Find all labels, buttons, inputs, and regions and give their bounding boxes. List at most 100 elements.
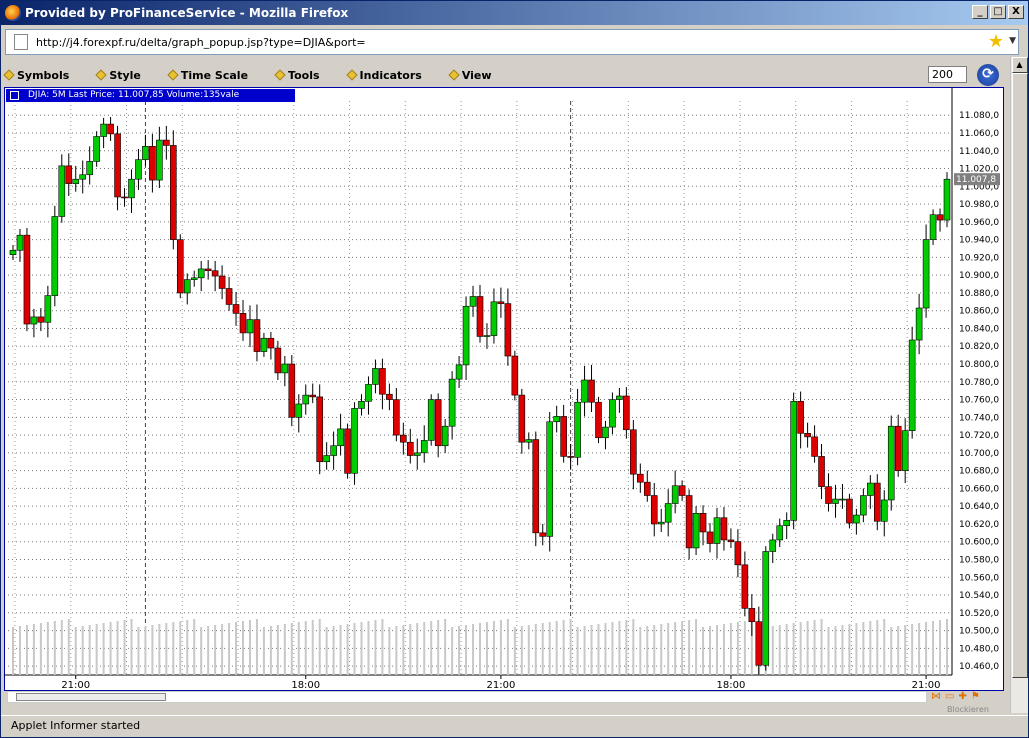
volume-bar [388, 627, 391, 675]
star-icon[interactable]: ★ [988, 31, 1004, 52]
firefox-icon [5, 5, 21, 21]
menu-bullet-icon [448, 69, 460, 81]
menu-symbols[interactable]: Symbols [3, 65, 69, 85]
candle-body [372, 368, 379, 385]
maximize-button[interactable]: □ [990, 5, 1006, 19]
address-bar[interactable]: http://j4.forexpf.ru/delta/graph_popup.j… [5, 29, 1019, 55]
candle-body [832, 498, 839, 504]
candle-body [894, 425, 902, 471]
volume-bar [799, 622, 802, 675]
status-bar: Applet Informer started [1, 715, 1028, 737]
candle-body [114, 133, 121, 198]
candle-body [434, 399, 442, 447]
x-tick-label: 18:00 [717, 680, 746, 691]
candle-body [490, 301, 498, 336]
candle-body [518, 394, 526, 443]
candle-body [929, 214, 937, 240]
candle-body [678, 485, 686, 496]
volume-bar [897, 626, 900, 675]
volume-bar [820, 619, 823, 675]
horizontal-scrollbar[interactable] [7, 691, 927, 703]
volume-bar [297, 622, 300, 675]
y-tick-label: 10.720,0 [959, 431, 999, 441]
volume-bar [137, 627, 140, 675]
menu-time-scale[interactable]: Time Scale [167, 65, 248, 85]
candle-body [253, 319, 261, 352]
candle-body [748, 608, 756, 622]
y-tick-label: 10.980,0 [959, 200, 999, 210]
volume-bar [590, 625, 593, 675]
x-tick-label: 21:00 [486, 680, 515, 691]
volume-bar [228, 623, 231, 675]
candle-body [685, 495, 693, 549]
candle-body [734, 541, 742, 566]
price-chart[interactable]: 11.080,011.060,011.040,011.020,011.000,0… [4, 87, 1004, 691]
candle-body [455, 364, 463, 380]
close-button[interactable]: X [1008, 5, 1024, 19]
candle-body [190, 277, 198, 280]
candle-body [469, 296, 477, 307]
volume-bar [367, 621, 370, 675]
scroll-thumb[interactable] [1011, 73, 1028, 678]
candle-body [330, 445, 337, 456]
volume-bar [214, 625, 217, 675]
candle-body [393, 399, 400, 436]
y-tick-label: 10.500,0 [959, 627, 999, 637]
page-icon [14, 34, 28, 50]
candle-body [316, 396, 323, 463]
candle-body [755, 621, 763, 666]
volume-bar [60, 620, 63, 675]
candle-body [720, 517, 728, 541]
volume-bar [792, 623, 795, 675]
x-tick-label: 21:00 [912, 680, 941, 691]
fit-icon[interactable]: ⋈ [931, 691, 941, 702]
candle-body [149, 146, 156, 181]
volume-bar [283, 624, 286, 675]
candle-body [650, 495, 658, 525]
candle-body [281, 363, 289, 374]
volume-bar [904, 625, 907, 675]
menu-style[interactable]: Style [95, 65, 141, 85]
menu-indicators[interactable]: Indicators [345, 65, 422, 85]
volume-bar [709, 626, 712, 675]
pin-icon[interactable]: ⚑ [971, 691, 980, 702]
scroll-up-icon[interactable]: ▲ [1011, 57, 1028, 73]
volume-bar [116, 621, 119, 675]
candle-body [797, 401, 804, 434]
volume-bar [722, 624, 725, 675]
refresh-icon[interactable]: ⟳ [977, 64, 999, 86]
volume-bar [158, 624, 161, 675]
url-text[interactable]: http://j4.forexpf.ru/delta/graph_popup.j… [36, 36, 366, 49]
candle-body [288, 363, 296, 418]
volume-bar [248, 620, 251, 675]
candle-body [44, 295, 52, 323]
volume-bar [18, 626, 21, 675]
y-tick-label: 10.860,0 [959, 307, 999, 317]
menu-tools[interactable]: Tools [274, 65, 320, 85]
menu-bullet-icon [3, 69, 15, 81]
hscroll-thumb[interactable] [16, 693, 166, 701]
volume-bar [499, 620, 502, 675]
volume-bar [583, 626, 586, 675]
bar-count-input[interactable]: 200 [928, 66, 967, 83]
menu-view[interactable]: View [448, 65, 492, 85]
y-tick-label: 10.580,0 [959, 555, 999, 565]
y-tick-label: 10.680,0 [959, 467, 999, 477]
volume-bar [81, 626, 84, 675]
candle-body [156, 139, 163, 181]
candle-body [769, 539, 777, 552]
candle-body [344, 428, 351, 474]
vertical-scrollbar[interactable]: ▲ [1010, 57, 1028, 713]
zoom-out-icon[interactable]: ▭ [945, 691, 954, 702]
volume-bar [841, 625, 844, 675]
y-tick-label: 10.880,0 [959, 289, 999, 299]
candle-body [51, 216, 59, 296]
zoom-in-icon[interactable]: ✚ [958, 691, 966, 702]
chevron-down-icon[interactable]: ▼ [1009, 36, 1016, 46]
minimize-button[interactable]: _ [972, 5, 988, 19]
candle-body [908, 339, 916, 431]
volume-bar [172, 622, 175, 675]
candle-body [574, 401, 581, 458]
candle-body [30, 316, 38, 325]
candle-body [727, 539, 735, 543]
